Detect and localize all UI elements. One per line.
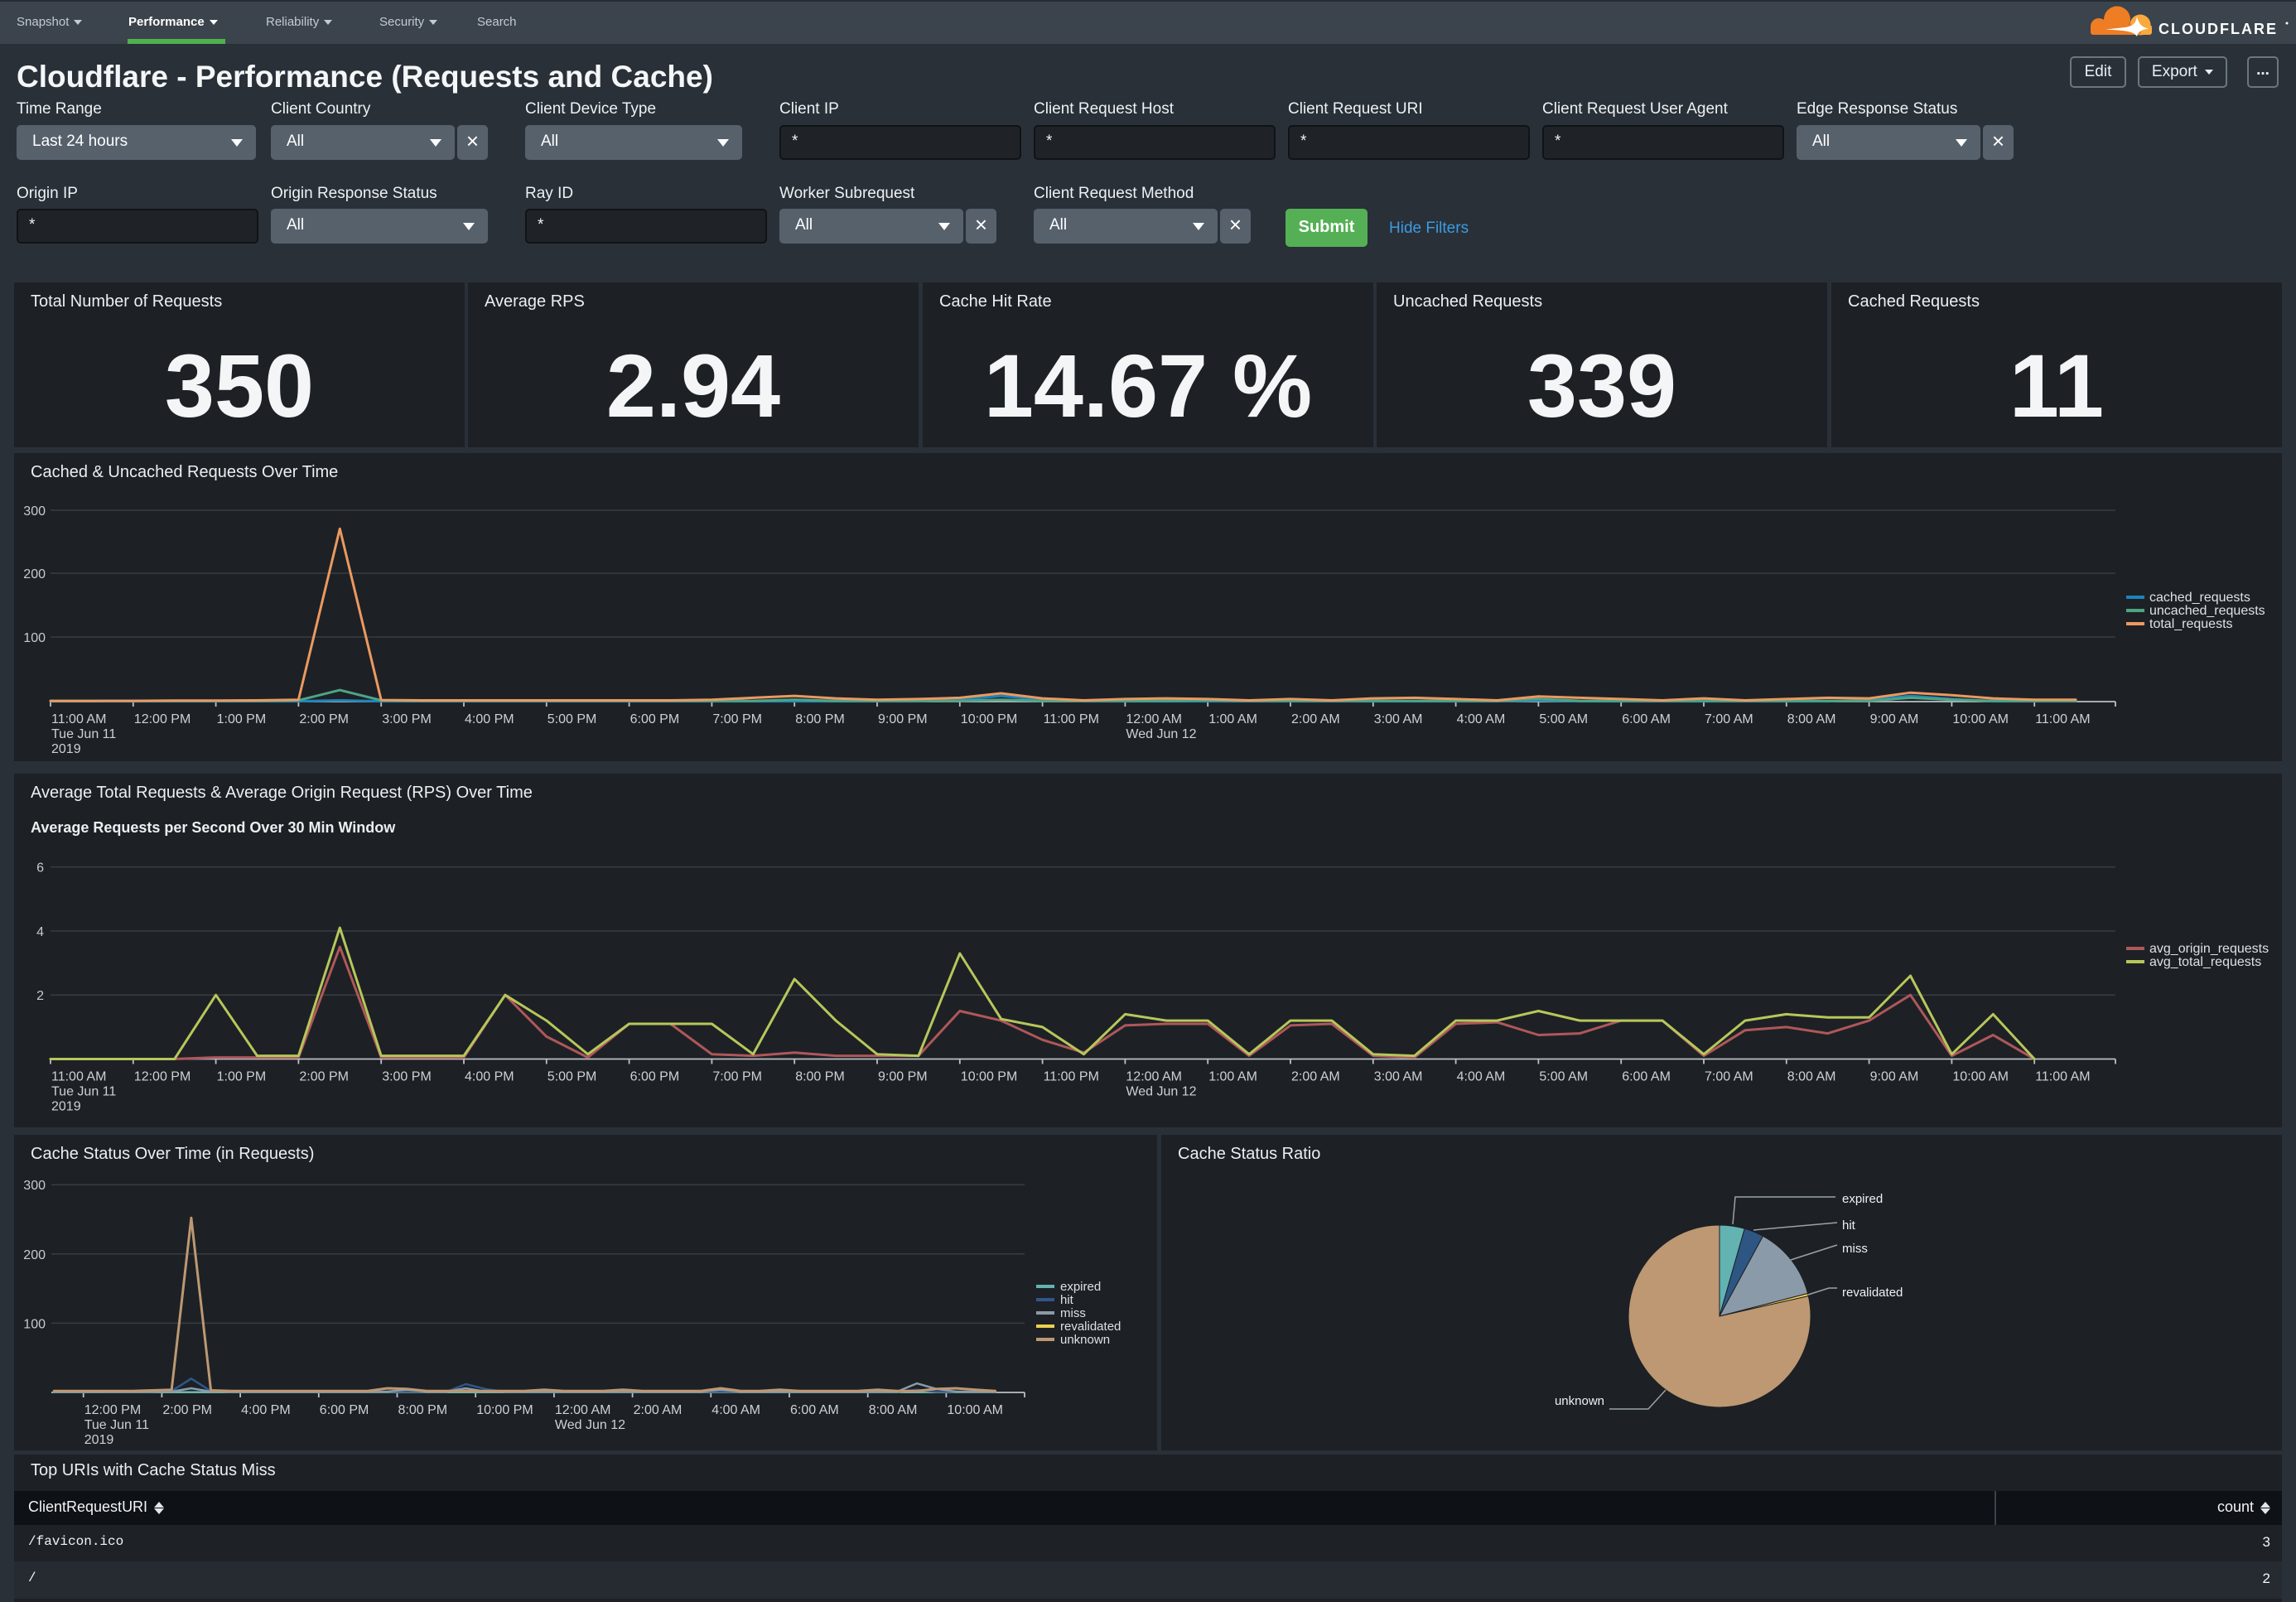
svg-text:5:00 PM: 5:00 PM xyxy=(547,1070,597,1084)
svg-text:3:00 AM: 3:00 AM xyxy=(1374,712,1423,726)
svg-text:2:00 PM: 2:00 PM xyxy=(162,1403,212,1417)
svg-text:12:00 PM: 12:00 PM xyxy=(84,1403,141,1417)
svg-text:9:00 AM: 9:00 AM xyxy=(1870,1070,1919,1084)
svg-text:100: 100 xyxy=(23,631,46,645)
svg-text:2019: 2019 xyxy=(51,1100,81,1114)
svg-text:2: 2 xyxy=(36,989,44,1003)
svg-text:1:00 PM: 1:00 PM xyxy=(217,1070,267,1084)
svg-text:6:00 AM: 6:00 AM xyxy=(1622,712,1671,726)
svg-text:5:00 PM: 5:00 PM xyxy=(547,712,597,726)
svg-text:unknown: unknown xyxy=(1555,1394,1604,1408)
svg-text:Wed Jun 12: Wed Jun 12 xyxy=(1126,727,1196,741)
svg-text:2:00 AM: 2:00 AM xyxy=(1291,712,1340,726)
svg-text:4:00 AM: 4:00 AM xyxy=(1457,1070,1506,1084)
svg-text:12:00 PM: 12:00 PM xyxy=(134,712,191,726)
svg-text:10:00 PM: 10:00 PM xyxy=(476,1403,533,1417)
svg-text:6:00 AM: 6:00 AM xyxy=(1622,1070,1671,1084)
svg-text:revalidated: revalidated xyxy=(1060,1320,1121,1334)
svg-text:total_requests: total_requests xyxy=(2149,617,2233,631)
svg-text:10:00 PM: 10:00 PM xyxy=(961,712,1017,726)
svg-text:300: 300 xyxy=(23,1179,46,1193)
svg-text:5:00 AM: 5:00 AM xyxy=(1539,712,1588,726)
svg-text:cached_requests: cached_requests xyxy=(2149,591,2250,605)
svg-text:hit: hit xyxy=(1842,1218,1856,1233)
svg-text:200: 200 xyxy=(23,567,46,581)
svg-text:8:00 PM: 8:00 PM xyxy=(795,1070,845,1084)
svg-text:5:00 AM: 5:00 AM xyxy=(1539,1070,1588,1084)
svg-text:11:00 PM: 11:00 PM xyxy=(1044,1070,1099,1084)
svg-text:1:00 AM: 1:00 AM xyxy=(1208,1070,1257,1084)
svg-text:1:00 AM: 1:00 AM xyxy=(1208,712,1257,726)
svg-text:4:00 PM: 4:00 PM xyxy=(465,1070,514,1084)
svg-text:7:00 PM: 7:00 PM xyxy=(712,1070,762,1084)
svg-text:10:00 PM: 10:00 PM xyxy=(961,1070,1017,1084)
svg-text:8:00 AM: 8:00 AM xyxy=(1787,1070,1836,1084)
svg-text:Wed Jun 12: Wed Jun 12 xyxy=(1126,1085,1196,1099)
svg-text:9:00 AM: 9:00 AM xyxy=(1870,712,1919,726)
svg-text:expired: expired xyxy=(1842,1192,1883,1206)
svg-text:11:00 PM: 11:00 PM xyxy=(1044,712,1099,726)
svg-text:revalidated: revalidated xyxy=(1842,1286,1903,1300)
svg-text:6:00 AM: 6:00 AM xyxy=(790,1403,839,1417)
svg-text:11:00 AM: 11:00 AM xyxy=(51,712,106,726)
svg-text:unknown: unknown xyxy=(1060,1333,1110,1347)
svg-text:Tue Jun 11: Tue Jun 11 xyxy=(51,1085,116,1099)
svg-text:6: 6 xyxy=(36,861,44,876)
svg-text:100: 100 xyxy=(23,1317,46,1331)
svg-text:4:00 AM: 4:00 AM xyxy=(711,1403,760,1417)
svg-text:2019: 2019 xyxy=(51,742,81,756)
svg-text:200: 200 xyxy=(23,1248,46,1262)
svg-text:7:00 AM: 7:00 AM xyxy=(1705,1070,1753,1084)
svg-text:avg_origin_requests: avg_origin_requests xyxy=(2149,942,2269,956)
svg-text:3:00 PM: 3:00 PM xyxy=(382,1070,432,1084)
svg-text:miss: miss xyxy=(1060,1306,1086,1320)
svg-text:7:00 PM: 7:00 PM xyxy=(712,712,762,726)
svg-text:1:00 PM: 1:00 PM xyxy=(217,712,267,726)
svg-text:12:00 AM: 12:00 AM xyxy=(555,1403,611,1417)
svg-text:9:00 PM: 9:00 PM xyxy=(878,1070,928,1084)
svg-text:6:00 PM: 6:00 PM xyxy=(630,1070,680,1084)
svg-text:10:00 AM: 10:00 AM xyxy=(1952,712,2009,726)
svg-text:miss: miss xyxy=(1842,1242,1868,1256)
svg-text:300: 300 xyxy=(23,504,46,519)
svg-text:10:00 AM: 10:00 AM xyxy=(947,1403,1003,1417)
svg-text:8:00 AM: 8:00 AM xyxy=(869,1403,918,1417)
svg-text:uncached_requests: uncached_requests xyxy=(2149,604,2265,618)
svg-text:10:00 AM: 10:00 AM xyxy=(1952,1070,2009,1084)
svg-text:hit: hit xyxy=(1060,1293,1074,1307)
svg-text:12:00 AM: 12:00 AM xyxy=(1126,712,1182,726)
svg-text:11:00 AM: 11:00 AM xyxy=(2035,712,2090,726)
svg-text:3:00 PM: 3:00 PM xyxy=(382,712,432,726)
svg-text:12:00 AM: 12:00 AM xyxy=(1126,1070,1182,1084)
svg-text:Tue Jun 11: Tue Jun 11 xyxy=(84,1418,149,1432)
svg-text:expired: expired xyxy=(1060,1280,1101,1294)
svg-text:2:00 AM: 2:00 AM xyxy=(634,1403,683,1417)
svg-text:avg_total_requests: avg_total_requests xyxy=(2149,955,2261,969)
svg-text:11:00 AM: 11:00 AM xyxy=(2035,1070,2090,1084)
svg-text:12:00 PM: 12:00 PM xyxy=(134,1070,191,1084)
svg-text:2:00 PM: 2:00 PM xyxy=(299,712,349,726)
svg-text:3:00 AM: 3:00 AM xyxy=(1374,1070,1423,1084)
svg-text:7:00 AM: 7:00 AM xyxy=(1705,712,1753,726)
svg-text:Wed Jun 12: Wed Jun 12 xyxy=(555,1418,625,1432)
svg-text:11:00 AM: 11:00 AM xyxy=(51,1070,106,1084)
svg-text:2:00 PM: 2:00 PM xyxy=(299,1070,349,1084)
svg-text:4:00 PM: 4:00 PM xyxy=(465,712,514,726)
svg-text:8:00 PM: 8:00 PM xyxy=(398,1403,448,1417)
svg-text:4: 4 xyxy=(36,925,44,939)
svg-text:8:00 PM: 8:00 PM xyxy=(795,712,845,726)
svg-text:2:00 AM: 2:00 AM xyxy=(1291,1070,1340,1084)
svg-text:Tue Jun 11: Tue Jun 11 xyxy=(51,727,116,741)
svg-text:8:00 AM: 8:00 AM xyxy=(1787,712,1836,726)
svg-text:CLOUDFLARE: CLOUDFLARE xyxy=(2159,21,2278,37)
svg-text:6:00 PM: 6:00 PM xyxy=(320,1403,369,1417)
svg-text:4:00 PM: 4:00 PM xyxy=(241,1403,291,1417)
svg-text:4:00 AM: 4:00 AM xyxy=(1457,712,1506,726)
svg-text:9:00 PM: 9:00 PM xyxy=(878,712,928,726)
svg-text:2019: 2019 xyxy=(84,1433,114,1447)
svg-text:6:00 PM: 6:00 PM xyxy=(630,712,680,726)
